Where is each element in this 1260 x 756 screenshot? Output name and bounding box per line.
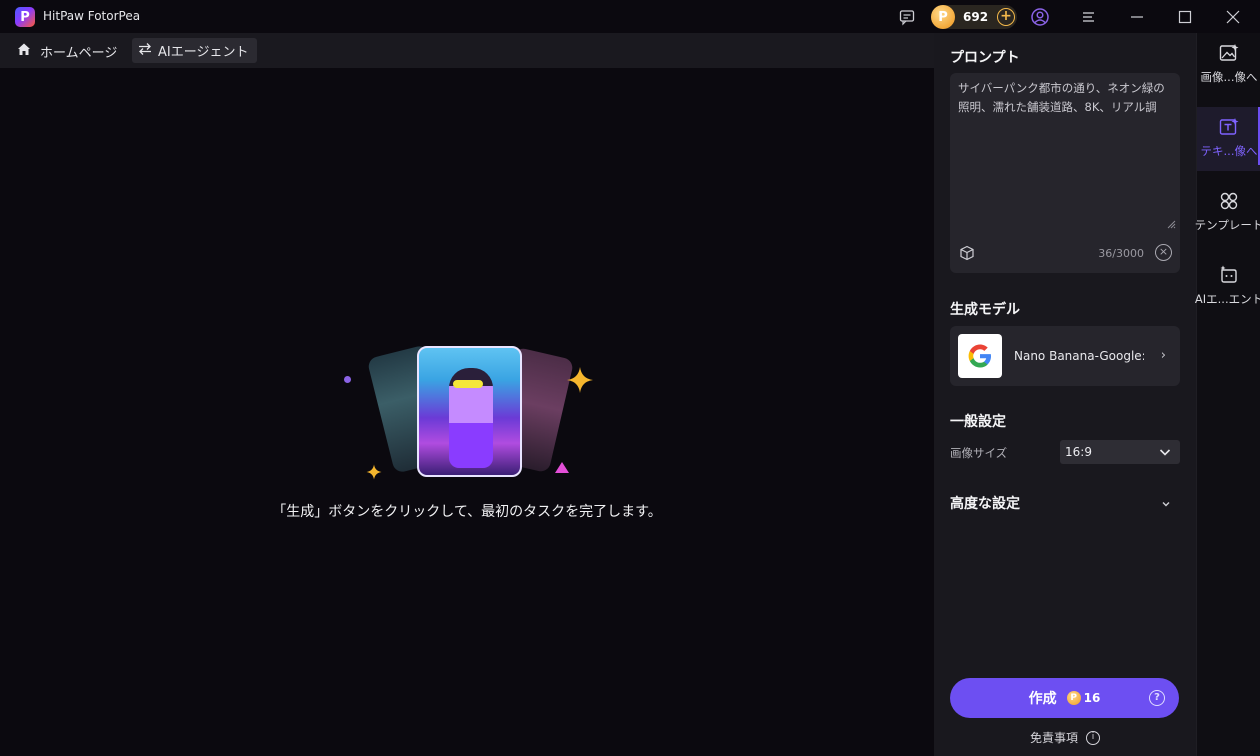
title-bar: P HitPaw FotorPea P 692 +	[0, 0, 1260, 33]
tool-rail: 画像...像へ テキ...像へ テンプレート AIエ...エント	[1194, 33, 1260, 756]
settings-panel: プロンプト サイバーパンク都市の通り、ネオン緑の照明、濡れた舗装道路、8K、リア…	[934, 33, 1196, 756]
add-credits-button[interactable]: +	[997, 8, 1015, 26]
help-icon[interactable]: ?	[1149, 690, 1165, 706]
rail-item-template[interactable]: テンプレート	[1194, 181, 1260, 245]
image-size-label: 画像サイズ	[950, 446, 1008, 460]
sparkle-small-icon	[366, 464, 382, 480]
app-logo: P	[15, 7, 35, 27]
maximize-icon[interactable]	[1174, 6, 1196, 28]
decor-dot	[344, 376, 351, 383]
chevron-down-icon[interactable]	[1160, 498, 1172, 510]
generate-button[interactable]: 作成 P 16 ?	[950, 678, 1179, 718]
prompt-input[interactable]: サイバーパンク都市の通り、ネオン緑の照明、濡れた舗装道路、8K、リアル調 36/…	[950, 73, 1180, 273]
image-size-select[interactable]: 16:9	[1060, 440, 1180, 464]
model-title: 生成モデル	[950, 302, 1020, 318]
resize-grip-icon[interactable]	[1166, 219, 1176, 229]
prompt-text[interactable]: サイバーパンク都市の通り、ネオン緑の照明、濡れた舗装道路、8K、リアル調	[958, 79, 1172, 117]
empty-state-illustration	[330, 338, 610, 488]
rail-label: AIエ...エント	[1194, 292, 1260, 306]
menu-icon[interactable]	[1078, 6, 1100, 28]
home-button[interactable]: ホームページ	[16, 41, 117, 61]
home-icon	[16, 41, 32, 61]
disclaimer-label: 免責事項	[1029, 731, 1078, 745]
decor-triangle	[555, 462, 569, 473]
template-icon	[1218, 189, 1240, 213]
credits-badge[interactable]: P 692 +	[931, 5, 1017, 29]
general-settings-title: 一般設定	[950, 414, 1006, 430]
advanced-settings-title[interactable]: 高度な設定	[950, 493, 1020, 513]
rail-label: 画像...像へ	[1200, 70, 1258, 84]
coin-icon: P	[1066, 691, 1081, 705]
image-size-value: 16:9	[1065, 445, 1092, 459]
sample-card-center	[417, 346, 522, 477]
ai-agent-label: AIエージェント	[158, 45, 249, 60]
prompt-title: プロンプト	[950, 50, 1020, 66]
app-title: HitPaw FotorPea	[43, 9, 141, 23]
ai-agent-tab[interactable]: AIエージェント	[132, 38, 258, 63]
info-icon: i	[1086, 730, 1100, 745]
image-to-image-icon	[1218, 41, 1240, 65]
google-logo-icon	[958, 334, 1002, 378]
sparkle-icon	[567, 367, 593, 393]
rail-item-image-to-image[interactable]: 画像...像へ	[1197, 33, 1260, 97]
message-icon[interactable]	[896, 6, 918, 28]
chevron-right-icon: ›	[1160, 348, 1166, 363]
cube-icon[interactable]	[959, 245, 975, 261]
credit-count: 692	[963, 10, 989, 24]
text-to-image-icon	[1218, 115, 1240, 139]
rail-item-text-to-image[interactable]: テキ...像へ	[1197, 107, 1260, 171]
coin-icon: P	[931, 5, 955, 29]
nav-bar: ホームページ AIエージェント	[0, 33, 934, 68]
rail-label: テンプレート	[1194, 218, 1260, 232]
chevron-down-icon	[1159, 449, 1171, 456]
swap-icon	[138, 42, 152, 60]
generate-label: 作成	[1028, 691, 1057, 707]
empty-state-message: 「生成」ボタンをクリックして、最初のタスクを完了します。	[272, 504, 662, 520]
disclaimer-link[interactable]: 免責事項 i	[934, 729, 1196, 746]
clear-prompt-button[interactable]: ×	[1155, 244, 1172, 261]
generate-cost: 16	[1083, 691, 1101, 705]
home-label: ホームページ	[40, 45, 118, 61]
rail-item-ai-agent[interactable]: AIエ...エント	[1194, 255, 1260, 319]
model-name: Nano Banana-Google:...	[1014, 349, 1144, 363]
rail-label: テキ...像へ	[1200, 144, 1258, 158]
prompt-char-count: 36/3000	[1098, 247, 1144, 260]
main-canvas: 「生成」ボタンをクリックして、最初のタスクを完了します。	[0, 68, 934, 756]
model-selector[interactable]: Nano Banana-Google:... ›	[950, 326, 1180, 386]
minimize-icon[interactable]	[1126, 6, 1148, 28]
ai-agent-icon	[1218, 263, 1240, 287]
close-icon[interactable]	[1222, 6, 1244, 28]
account-icon[interactable]	[1029, 6, 1051, 28]
